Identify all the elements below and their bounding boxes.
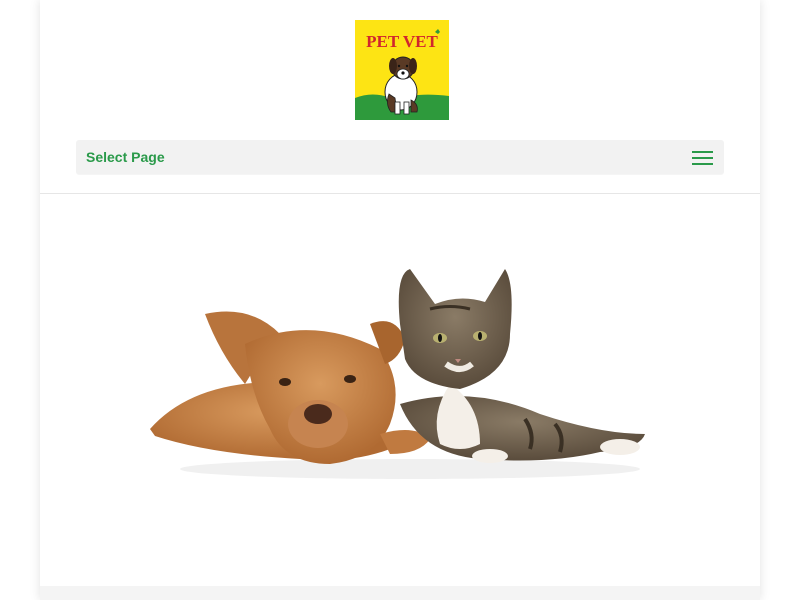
page-container: PET VET Select Page [40,0,760,600]
site-header: PET VET Select Page [40,0,760,194]
hero-section [40,194,760,586]
pet-vet-logo[interactable]: PET VET [355,20,449,120]
mobile-nav-select-page[interactable]: Select Page [76,140,724,174]
logo-text: PET VET [366,32,438,51]
footer-strip [40,586,760,600]
select-page-label: Select Page [86,149,165,165]
dog-and-cat-image [150,269,645,479]
hamburger-menu-icon[interactable] [692,150,714,165]
